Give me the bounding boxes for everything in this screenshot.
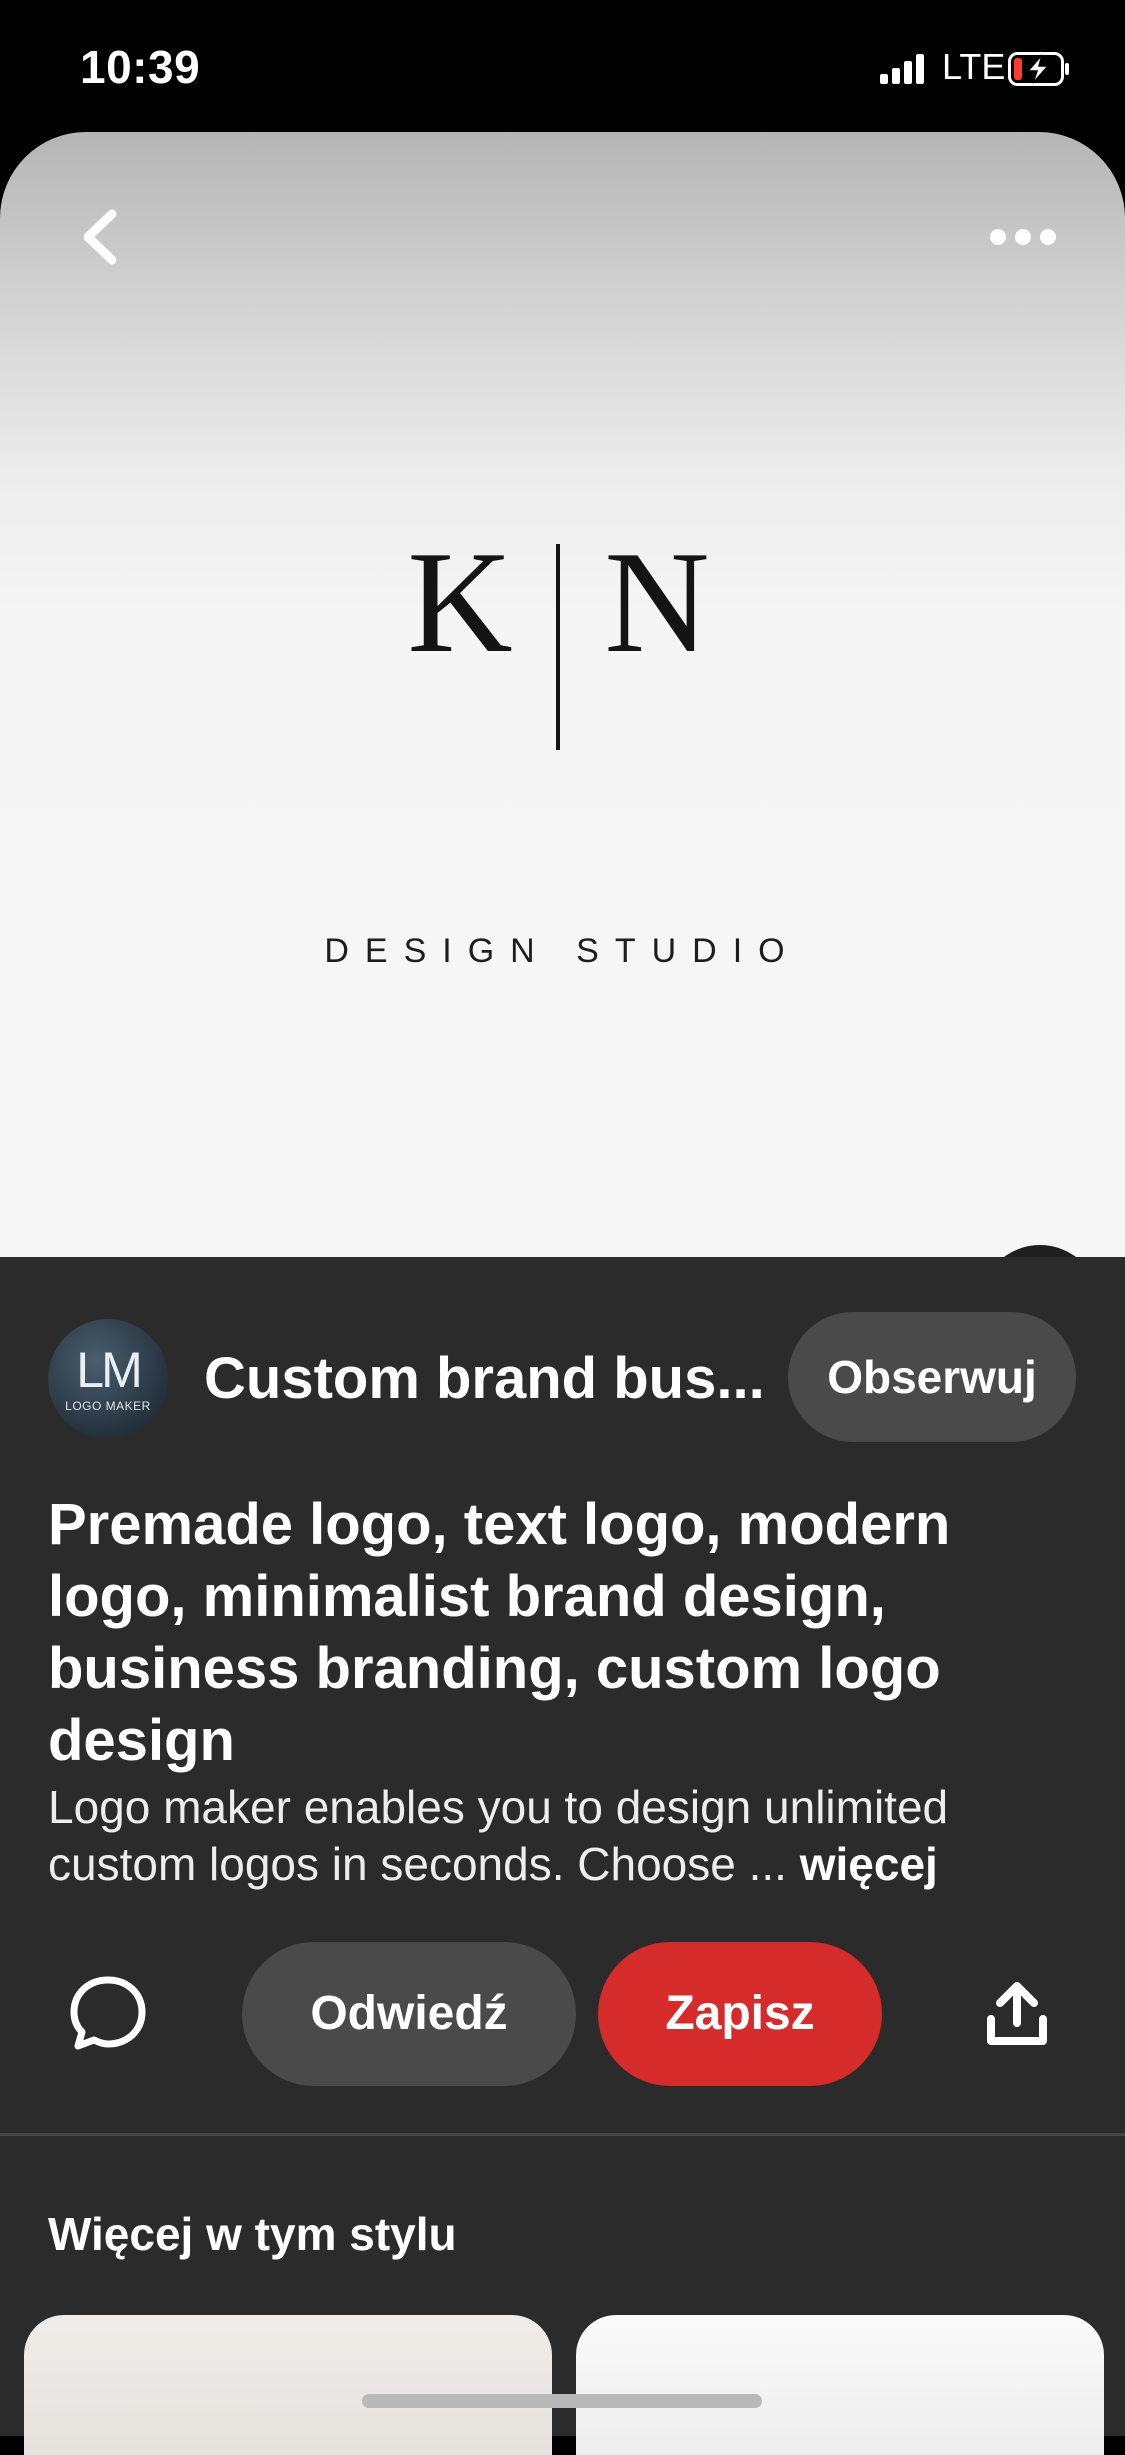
- share-icon[interactable]: [986, 1979, 1048, 2049]
- avatar-caption: LOGO MAKER: [65, 1399, 151, 1413]
- pin-description: Logo maker enables you to design unlimit…: [48, 1779, 1088, 1893]
- status-bar: 10:39 LTE: [0, 0, 1125, 132]
- logo-letter-k: K: [407, 521, 513, 683]
- related-pin-thumbnail[interactable]: [576, 2315, 1104, 2455]
- section-divider: [0, 2133, 1125, 2136]
- creator-avatar[interactable]: LM LOGO MAKER: [48, 1319, 168, 1439]
- visit-button[interactable]: Odwiedź: [242, 1942, 576, 2086]
- network-type: LTE: [942, 46, 1006, 87]
- more-link[interactable]: więcej: [800, 1838, 938, 1890]
- status-time: 10:39: [80, 41, 201, 93]
- logo-divider: [556, 544, 560, 750]
- pin-image[interactable]: K N DESIGN STUDIO: [0, 132, 1125, 1257]
- logo-tagline: DESIGN STUDIO: [324, 932, 801, 970]
- logo-letter-n: N: [604, 521, 710, 683]
- logo-letters: K N: [0, 529, 1125, 675]
- visual-search-button[interactable]: [980, 1245, 1100, 1257]
- pin-title: Premade logo, text logo, modern logo, mi…: [48, 1492, 951, 1773]
- more-options-icon[interactable]: [988, 222, 1058, 252]
- comment-icon[interactable]: [68, 1974, 148, 2054]
- battery-charging-icon: [1008, 52, 1069, 86]
- save-button[interactable]: Zapisz: [598, 1942, 882, 2086]
- avatar-monogram: LM: [76, 1342, 142, 1398]
- home-indicator[interactable]: [362, 2394, 762, 2408]
- related-pin-thumbnail[interactable]: [24, 2315, 552, 2455]
- back-arrow-icon[interactable]: [72, 202, 128, 272]
- pin-details: LM LOGO MAKER Custom brand bus... Obserw…: [0, 1257, 1125, 2455]
- more-like-this-title: Więcej w tym stylu: [48, 2208, 457, 2260]
- signal-icon: [880, 54, 926, 84]
- follow-button[interactable]: Obserwuj: [788, 1312, 1076, 1442]
- board-title[interactable]: Custom brand bus...: [204, 1345, 764, 1412]
